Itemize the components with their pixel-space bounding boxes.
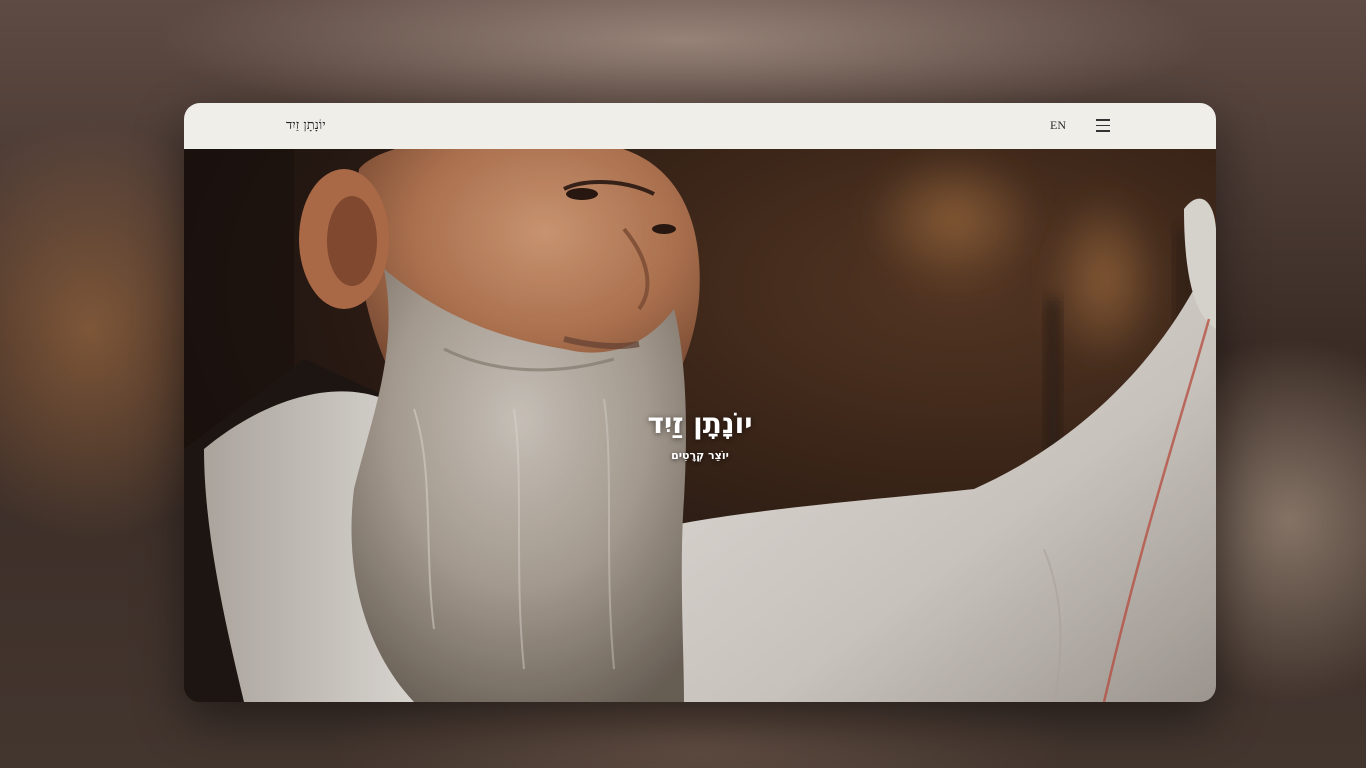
- hero-section: יוֹנָתָן זַיִד יוֹצֵר קְרָטִים: [184, 149, 1216, 702]
- browser-window: יוֹנָתָן זַיִד EN יוֹנָתָן זַיִד יוֹצֵר …: [184, 103, 1216, 702]
- hero-subtitle: יוֹצֵר קְרָטִים: [671, 449, 729, 462]
- hero-title: יוֹנָתָן זַיִד: [647, 407, 753, 440]
- site-header: יוֹנָתָן זַיִד EN: [184, 103, 1216, 149]
- hamburger-menu-icon[interactable]: [1095, 118, 1111, 133]
- site-logo[interactable]: יוֹנָתָן זַיִד: [286, 117, 326, 133]
- language-switch-link[interactable]: EN: [1050, 118, 1066, 133]
